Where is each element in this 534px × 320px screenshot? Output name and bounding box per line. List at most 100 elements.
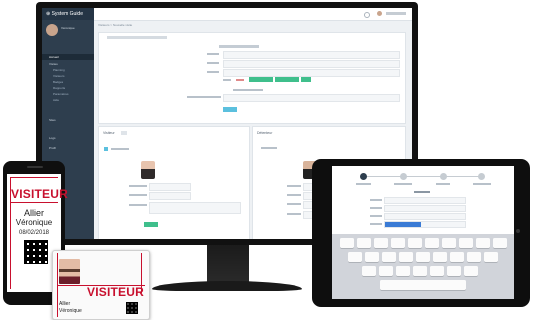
step-label <box>356 183 371 185</box>
field-label <box>287 213 301 215</box>
phone-speaker <box>27 166 43 168</box>
visitor-panel: Visiteur <box>98 126 250 239</box>
text-field[interactable] <box>384 213 466 220</box>
save-button[interactable] <box>144 222 158 227</box>
monitor-base <box>152 281 302 291</box>
text-field[interactable] <box>223 60 400 68</box>
field-label <box>370 207 382 209</box>
key-t[interactable] <box>408 238 422 248</box>
text-field[interactable] <box>223 51 400 59</box>
panel-title: Détenteur <box>257 131 273 135</box>
field-label <box>287 185 301 187</box>
badge-qr-code <box>126 302 138 314</box>
field-label <box>207 53 219 55</box>
avatar[interactable] <box>46 24 58 36</box>
visit-date: 08/02/2018 <box>18 230 50 236</box>
text-field[interactable] <box>223 69 400 77</box>
sidebar-item-active[interactable]: Accueil <box>42 54 94 60</box>
key-h[interactable] <box>433 252 447 262</box>
badge-last-name: Véronique <box>59 308 82 314</box>
key-i[interactable] <box>459 238 473 248</box>
option-button[interactable] <box>275 77 299 82</box>
step-label <box>394 183 412 185</box>
field-label <box>207 62 219 64</box>
key-y[interactable] <box>425 238 439 248</box>
visitor-photo <box>141 161 155 179</box>
text-field[interactable] <box>223 94 400 102</box>
key-x[interactable] <box>379 266 393 276</box>
form-title <box>414 191 430 193</box>
step-1[interactable] <box>360 173 367 180</box>
tablet-home-button[interactable] <box>516 229 520 233</box>
key-g[interactable] <box>416 252 430 262</box>
option-button[interactable] <box>249 77 273 82</box>
field-label <box>129 194 147 196</box>
user-avatar-small[interactable] <box>377 11 382 16</box>
key-a[interactable] <box>348 252 362 262</box>
key-n[interactable] <box>447 266 461 276</box>
sidebar-item[interactable]: Profil <box>42 145 94 151</box>
key-space[interactable] <box>380 280 466 290</box>
step-4[interactable] <box>478 173 485 180</box>
step-label <box>473 183 491 185</box>
monitor-stand <box>207 245 249 283</box>
key-e[interactable] <box>374 238 388 248</box>
phone-badge-title: VISITEUR <box>11 187 68 201</box>
key-o[interactable] <box>476 238 490 248</box>
breadcrumb: Visiteurs > Nouvelle visite <box>98 23 133 27</box>
app-brand[interactable]: ⊕ System Guide <box>42 8 94 20</box>
key-k[interactable] <box>467 252 481 262</box>
key-q[interactable] <box>340 238 354 248</box>
user-menu[interactable] <box>386 12 406 15</box>
field-label <box>370 215 382 217</box>
field-label <box>370 223 382 225</box>
panel-header <box>107 36 167 39</box>
visit-form-panel <box>98 32 406 124</box>
key-p[interactable] <box>493 238 507 248</box>
field-label <box>129 204 147 206</box>
badge-title: VISITEUR <box>87 285 144 299</box>
top-bar <box>94 8 412 21</box>
visitor-last-name: Véronique <box>15 218 53 227</box>
text-field[interactable] <box>149 192 191 200</box>
sidebar-item[interactable]: Sites <box>42 117 94 123</box>
badge-photo <box>59 259 80 284</box>
key-l[interactable] <box>484 252 498 262</box>
key-m[interactable] <box>464 266 478 276</box>
field-label <box>287 203 301 205</box>
text-area[interactable] <box>149 202 241 214</box>
toggle-icon[interactable] <box>104 147 108 151</box>
search-icon[interactable] <box>364 12 370 18</box>
key-c[interactable] <box>396 266 410 276</box>
printed-badge: VISITEUR Allier Véronique <box>52 250 150 320</box>
option-label <box>236 79 244 81</box>
text-field[interactable] <box>384 221 466 228</box>
tablet-screen <box>332 166 514 299</box>
key-w[interactable] <box>357 238 371 248</box>
sidebar-subitem[interactable]: Aide <box>42 97 94 103</box>
row-label <box>261 147 277 149</box>
text-field[interactable] <box>384 205 466 212</box>
key-f[interactable] <box>399 252 413 262</box>
text-field[interactable] <box>149 183 191 191</box>
key-d[interactable] <box>382 252 396 262</box>
selected-text <box>385 222 421 227</box>
key-v[interactable] <box>413 266 427 276</box>
section-title <box>219 45 259 48</box>
step-3[interactable] <box>440 173 447 180</box>
badge-divider <box>10 202 58 203</box>
sidebar-item[interactable]: Logs <box>42 135 94 141</box>
text-field[interactable] <box>384 197 466 204</box>
key-u[interactable] <box>442 238 456 248</box>
key-b[interactable] <box>430 266 444 276</box>
step-2[interactable] <box>400 173 407 180</box>
key-z[interactable] <box>362 266 376 276</box>
user-name: Véronique <box>61 26 75 30</box>
key-s[interactable] <box>365 252 379 262</box>
badge-border-top <box>10 177 58 178</box>
key-r[interactable] <box>391 238 405 248</box>
badge-first-name: Allier <box>59 301 71 307</box>
key-j[interactable] <box>450 252 464 262</box>
option-button[interactable] <box>301 77 311 82</box>
submit-button[interactable] <box>223 107 237 112</box>
